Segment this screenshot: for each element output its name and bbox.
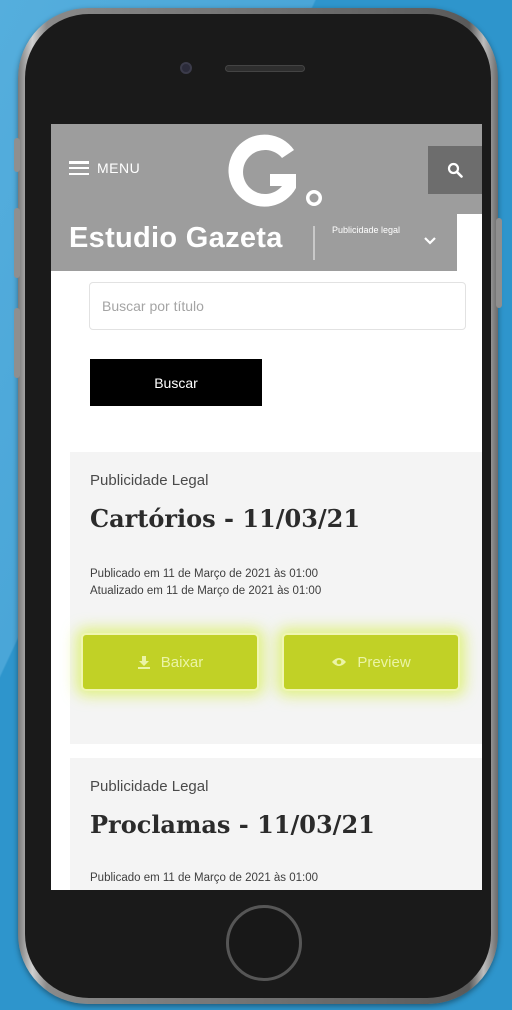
- card-title[interactable]: Cartórios - 11/03/21: [90, 504, 360, 533]
- download-icon: [137, 656, 150, 669]
- gazeta-logo[interactable]: [214, 128, 324, 212]
- publication-card: Publicidade Legal Proclamas - 11/03/21 P…: [70, 758, 482, 890]
- header-notch: [457, 214, 482, 271]
- chevron-down-icon[interactable]: [423, 234, 437, 248]
- preview-label: Preview: [357, 653, 411, 671]
- hamburger-icon: [69, 161, 89, 175]
- home-button[interactable]: [226, 905, 302, 981]
- publication-card: Publicidade Legal Cartórios - 11/03/21 P…: [70, 452, 482, 744]
- brand-divider: [313, 226, 315, 260]
- menu-button[interactable]: MENU: [69, 160, 140, 176]
- menu-label: MENU: [97, 160, 141, 176]
- volume-down-button: [14, 308, 20, 378]
- search-input[interactable]: [89, 282, 466, 330]
- card-updated-date: Atualizado em 11 de Março de 2021 às 01:…: [90, 585, 322, 597]
- search-submit-button[interactable]: Buscar: [90, 359, 262, 406]
- card-category: Publicidade Legal: [90, 778, 209, 795]
- mute-switch: [14, 138, 20, 172]
- preview-button[interactable]: Preview: [282, 633, 460, 691]
- card-published-date: Publicado em 11 de Março de 2021 às 01:0…: [90, 568, 319, 580]
- eye-icon: [332, 658, 347, 666]
- card-title[interactable]: Proclamas - 11/03/21: [90, 810, 375, 839]
- site-header: MENU Estudio Gazeta Publicidade legal: [51, 124, 482, 271]
- volume-up-button: [14, 208, 20, 278]
- phone-screen: MENU Estudio Gazeta Publicidade legal Bu…: [51, 124, 482, 890]
- brand-title[interactable]: Estudio Gazeta: [69, 222, 283, 255]
- power-button: [496, 218, 502, 308]
- front-camera: [180, 62, 192, 74]
- card-published-date: Publicado em 11 de Março de 2021 às 01:0…: [90, 872, 319, 884]
- header-search-button[interactable]: [428, 146, 482, 194]
- section-select[interactable]: Publicidade legal: [331, 224, 401, 236]
- download-button[interactable]: Baixar: [81, 633, 259, 691]
- download-label: Baixar: [160, 653, 204, 671]
- earpiece-speaker: [225, 65, 305, 72]
- card-category: Publicidade Legal: [90, 472, 209, 489]
- search-icon: [447, 162, 463, 178]
